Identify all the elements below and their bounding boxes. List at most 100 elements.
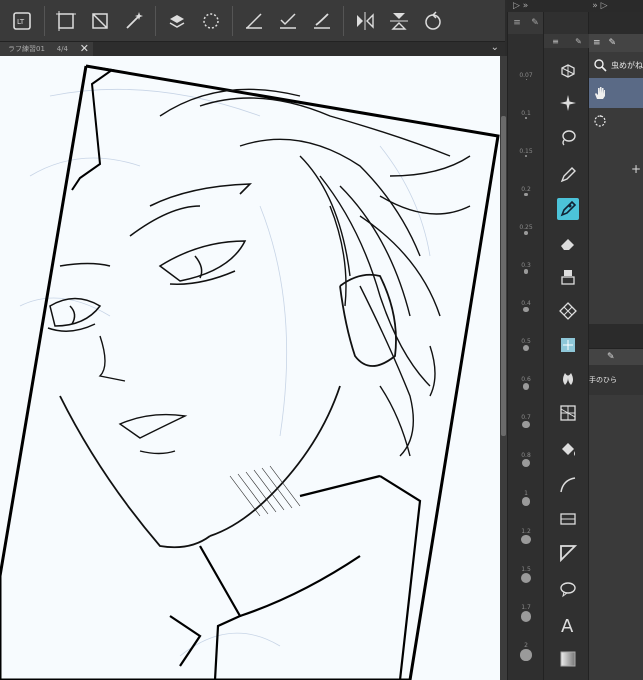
frame-icon[interactable] bbox=[557, 402, 579, 424]
brush-size-option[interactable]: 0.5 bbox=[508, 336, 544, 351]
lasso-icon[interactable] bbox=[557, 126, 579, 148]
brush-icon[interactable]: ✎ bbox=[575, 37, 582, 46]
move-icon[interactable] bbox=[557, 92, 579, 114]
brush-size-option[interactable]: 0.3 bbox=[508, 260, 544, 274]
brush-size-option[interactable]: 0.25 bbox=[508, 222, 544, 235]
svg-text:LT: LT bbox=[17, 18, 25, 26]
canvas-tab[interactable]: ラフ練習01 4/4 ✕ bbox=[0, 42, 93, 56]
fill-icon[interactable] bbox=[557, 438, 579, 460]
brush-size-option[interactable]: 1 bbox=[508, 488, 544, 506]
subtool-item-hand[interactable] bbox=[589, 78, 643, 108]
crop-icon[interactable] bbox=[49, 6, 83, 36]
brush-size-option[interactable]: 0.07 bbox=[508, 70, 544, 80]
brush-size-option[interactable]: 0.4 bbox=[508, 298, 544, 313]
zoom-tool-icon[interactable] bbox=[557, 60, 579, 82]
brush-size-dot bbox=[522, 383, 530, 390]
dock-header-left[interactable]: ▷ » bbox=[513, 1, 528, 11]
menu-icon[interactable]: ≡ bbox=[593, 38, 601, 48]
selection-layer-icon[interactable] bbox=[160, 6, 194, 36]
transform-icon[interactable] bbox=[83, 6, 117, 36]
brush-size-dot bbox=[522, 459, 530, 467]
brush-size-option[interactable]: 0.8 bbox=[508, 450, 544, 467]
subtool-tabs: ≡ ✎ bbox=[589, 34, 643, 52]
flip-vertical-icon[interactable] bbox=[382, 6, 416, 36]
brush-size-option[interactable]: 0.7 bbox=[508, 412, 544, 429]
canvas-tab-title: ラフ練習01 bbox=[8, 45, 45, 53]
brush-size-option[interactable]: 0.15 bbox=[508, 146, 544, 158]
brush-size-dot bbox=[520, 573, 532, 584]
figure-icon[interactable] bbox=[557, 368, 579, 390]
scrollbar-thumb[interactable] bbox=[501, 116, 506, 436]
brush-size-dot bbox=[525, 117, 527, 119]
brush-icon[interactable]: ✎ bbox=[531, 18, 539, 28]
command-bar: LT bbox=[0, 0, 505, 42]
check-line-icon[interactable] bbox=[271, 6, 305, 36]
menu-icon[interactable]: ≡ bbox=[552, 37, 559, 46]
line-icon[interactable] bbox=[237, 6, 271, 36]
brush-size-option[interactable]: 0.2 bbox=[508, 184, 544, 197]
toolbar-divider bbox=[44, 5, 45, 36]
brush-size-option[interactable]: 1.2 bbox=[508, 526, 544, 545]
brush-size-option[interactable]: 1.7 bbox=[508, 602, 544, 622]
chevron-down-icon[interactable]: ⌄ bbox=[491, 42, 499, 53]
brush-size-label: 0.6 bbox=[521, 376, 531, 383]
eraser-icon[interactable] bbox=[557, 232, 579, 254]
ruler-icon[interactable] bbox=[557, 508, 579, 530]
brush-size-label: 0.8 bbox=[521, 452, 531, 459]
brush-size-dot bbox=[523, 307, 529, 313]
brush-size-label: 0.25 bbox=[519, 224, 533, 231]
brush-size-option[interactable]: 0.6 bbox=[508, 374, 544, 390]
color-icon[interactable] bbox=[557, 648, 579, 670]
brush-size-option[interactable]: 2 bbox=[508, 640, 544, 661]
airbrush-icon[interactable] bbox=[557, 334, 579, 356]
flip-horizontal-icon[interactable] bbox=[348, 6, 382, 36]
tool-panel: ≡ ✎ A bbox=[543, 12, 590, 680]
subtool-panel: ≡ ✎ 虫めがね + bbox=[589, 34, 643, 324]
magnifier-icon bbox=[594, 59, 607, 72]
brush-size-option[interactable]: 0.1 bbox=[508, 108, 544, 119]
close-icon[interactable]: ✕ bbox=[80, 43, 89, 54]
add-subtool-button[interactable]: + bbox=[631, 162, 641, 176]
balloon-icon[interactable] bbox=[557, 578, 579, 600]
subtool-item-rotate[interactable] bbox=[589, 108, 643, 134]
brush-size-dot bbox=[525, 79, 527, 80]
brush-size-label: 1.5 bbox=[521, 566, 531, 573]
brush-icon[interactable]: ✎ bbox=[607, 352, 615, 362]
brush-size-dot bbox=[524, 231, 528, 235]
tool-property-panel: ✎ 手のひら bbox=[589, 348, 643, 680]
magic-wand-icon[interactable] bbox=[117, 6, 151, 36]
brush-icon[interactable]: ✎ bbox=[609, 38, 617, 48]
canvas-scrollbar[interactable] bbox=[500, 56, 507, 680]
brush-size-dot bbox=[521, 535, 531, 545]
brush-size-label: 1.7 bbox=[521, 604, 531, 611]
canvas-tab-zoom: 4/4 bbox=[56, 45, 68, 53]
brush-size-option[interactable]: 1.5 bbox=[508, 564, 544, 584]
text-icon[interactable]: A bbox=[557, 614, 579, 636]
triangle-icon[interactable] bbox=[557, 542, 579, 564]
subtool-item-magnifier[interactable]: 虫めがね bbox=[589, 52, 643, 78]
rotate-icon bbox=[594, 115, 606, 127]
brush-size-label: 0.2 bbox=[521, 186, 531, 193]
brush-size-label: 1.2 bbox=[521, 528, 531, 535]
menu-icon[interactable]: ≡ bbox=[513, 18, 521, 28]
brush-line-icon[interactable] bbox=[305, 6, 339, 36]
toolbar-divider bbox=[155, 5, 156, 36]
selection-dotted-icon[interactable] bbox=[194, 6, 228, 36]
dock-header-right[interactable]: » ▷ bbox=[592, 1, 607, 11]
decoration-icon[interactable] bbox=[557, 300, 579, 322]
canvas-tab-strip: ラフ練習01 4/4 ✕ ⌄ bbox=[0, 42, 505, 56]
drawing-canvas[interactable] bbox=[0, 56, 500, 680]
curve-icon[interactable] bbox=[557, 474, 579, 496]
brush-size-label: 0.3 bbox=[521, 262, 531, 269]
artwork bbox=[0, 64, 500, 680]
tool-property-label: 手のひら bbox=[589, 376, 617, 384]
cloud-icon[interactable]: LT bbox=[6, 6, 40, 36]
pen-icon[interactable] bbox=[557, 164, 579, 186]
rotate-canvas-icon[interactable] bbox=[416, 6, 450, 36]
pencil-icon[interactable] bbox=[557, 198, 579, 220]
blend-icon[interactable] bbox=[557, 266, 579, 288]
brush-size-label: 0.07 bbox=[519, 72, 533, 79]
brush-size-dot bbox=[522, 421, 530, 429]
brush-size-dot bbox=[520, 611, 532, 622]
tool-property-tabs: ✎ bbox=[589, 349, 643, 365]
